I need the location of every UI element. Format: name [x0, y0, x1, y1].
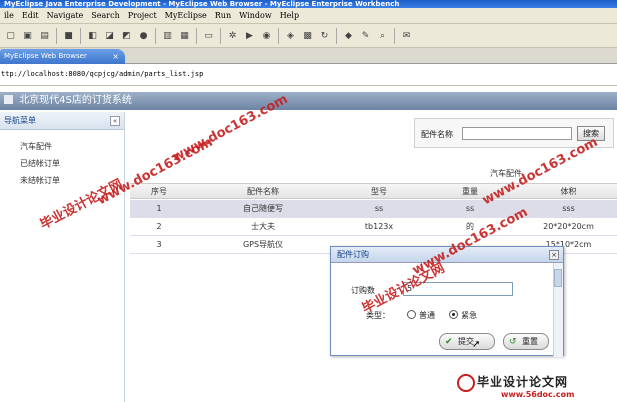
main-toolbar: ▢ ▣ ▤ ■ ◧ ◪ ◩ ● ▥ ▦ ▭ ✲ ▶ ◉ ◈ ▩ ↻ ◆ ✎ ⌕ …	[0, 24, 617, 48]
column-header[interactable]: 体积	[520, 184, 617, 200]
table-cell: 自己随便写	[243, 204, 283, 213]
tab-web-browser[interactable]: MyEclipse Web Browser ×	[0, 49, 125, 64]
menu-project[interactable]: Project	[124, 11, 161, 20]
toolbar-separator	[80, 27, 81, 44]
menu-edit[interactable]: Edit	[18, 11, 43, 20]
close-icon[interactable]: ×	[112, 49, 119, 64]
monitor-icon[interactable]: ▭	[201, 28, 216, 43]
deploy-icon[interactable]: ◧	[85, 28, 100, 43]
package-icon[interactable]: ◪	[102, 28, 117, 43]
menu-file[interactable]: ile	[0, 11, 18, 20]
menu-window[interactable]: Window	[235, 11, 276, 20]
sidebar-item-parts[interactable]: 汽车配件	[0, 138, 124, 155]
save-icon[interactable]: ▣	[20, 28, 35, 43]
window-title: MyEclipse Java Enterprise Development - …	[4, 0, 400, 8]
toolbar-separator	[394, 27, 395, 44]
folder-icon[interactable]: ▥	[160, 28, 175, 43]
debug-icon[interactable]: ✲	[225, 28, 240, 43]
refresh-icon[interactable]: ↻	[317, 28, 332, 43]
submit-button[interactable]: ✔ 提交	[439, 333, 495, 350]
app-header: 北京现代4S店的订货系统	[0, 92, 617, 110]
new-class-icon[interactable]: ◈	[283, 28, 298, 43]
toolbar-separator	[155, 27, 156, 44]
table-cell: 3	[156, 240, 162, 249]
dialog-title: 配件订购	[337, 250, 369, 259]
reset-button[interactable]: ↺ 重置	[503, 333, 549, 350]
sidebar: 导航菜单 « 汽车配件 已结帐订单 未结帐订单	[0, 112, 125, 402]
globe-icon[interactable]: ●	[136, 28, 151, 43]
external-tools-icon[interactable]: ◉	[259, 28, 274, 43]
bean-icon[interactable]: ◩	[119, 28, 134, 43]
menu-navigate[interactable]: Navigate	[43, 11, 88, 20]
sidebar-header: 导航菜单 «	[0, 112, 124, 130]
sidebar-title: 导航菜单	[4, 116, 36, 125]
collapse-sidebar-button[interactable]: «	[110, 116, 120, 126]
badge-brand: 毕业设计论文网	[477, 375, 569, 389]
table-cell: tb123x	[364, 222, 394, 231]
radio-normal-label: 普通	[419, 311, 435, 320]
toolbar-separator	[336, 27, 337, 44]
checkmark-icon: ✔	[445, 337, 453, 347]
new-file-icon[interactable]: ▢	[3, 28, 18, 43]
close-icon[interactable]: ×	[549, 250, 559, 260]
toolbar-separator	[196, 27, 197, 44]
toolbar-separator	[220, 27, 221, 44]
menu-bar: ile Edit Navigate Search Project MyEclip…	[0, 8, 617, 24]
editor-tab-bar: MyEclipse Web Browser ×	[0, 48, 617, 64]
home-icon	[4, 95, 13, 104]
table-row[interactable]: 1 自己随便写 ss ss sss	[130, 200, 617, 218]
search-input[interactable]	[462, 127, 572, 140]
table-cell: GPS导航仪	[242, 240, 284, 249]
badge-url: www.56doc.com	[501, 390, 575, 399]
mouse-cursor-icon: ➚	[472, 339, 481, 350]
address-url[interactable]: ttp://localhost:8080/qcpjcg/admin/parts_…	[1, 70, 203, 78]
table-cell: ss	[374, 204, 384, 213]
table-cell: 1	[156, 204, 162, 213]
search-icon[interactable]: ⌕	[375, 28, 390, 43]
table-cell: 2	[156, 222, 162, 231]
edit-icon[interactable]: ✎	[358, 28, 373, 43]
table-cell: 20*20*20cm	[543, 222, 594, 231]
window-title-bar: MyEclipse Java Enterprise Development - …	[0, 0, 617, 8]
table-cell: 士大夫	[251, 222, 275, 231]
table-header: 序号 配件名称 型号 重量 体积	[130, 183, 617, 199]
reset-icon: ↺	[509, 337, 517, 347]
table-row[interactable]: 2 士大夫 tb123x 的 20*20*20cm	[130, 218, 617, 236]
annotation-icon[interactable]: ✉	[399, 28, 414, 43]
search-label: 配件名称	[421, 130, 453, 139]
watermark-badge: 毕业设计论文网 www.56doc.com	[451, 368, 617, 402]
address-bar[interactable]: ttp://localhost:8080/qcpjcg/admin/parts_…	[0, 64, 617, 86]
toolbar-separator	[56, 27, 57, 44]
open-type-icon[interactable]: ▦	[177, 28, 192, 43]
app-title: 北京现代4S店的订货系统	[19, 95, 132, 106]
server-icon[interactable]: ■	[61, 28, 76, 43]
menu-search[interactable]: Search	[87, 11, 123, 20]
table-cell: sss	[562, 204, 575, 213]
reset-label: 重置	[522, 337, 538, 346]
menu-help[interactable]: Help	[276, 11, 303, 20]
menu-run[interactable]: Run	[211, 11, 235, 20]
toolbar-separator	[278, 27, 279, 44]
radio-urgent-label: 紧急	[461, 311, 477, 320]
sidebar-item-settled-orders[interactable]: 已结帐订单	[0, 155, 124, 172]
new-package-icon[interactable]: ▩	[300, 28, 315, 43]
column-header[interactable]: 型号	[338, 184, 420, 200]
menu-myeclipse[interactable]: MyEclipse	[161, 11, 211, 20]
open-task-icon[interactable]: ◆	[341, 28, 356, 43]
column-header[interactable]: 配件名称	[188, 184, 338, 200]
radio-normal[interactable]	[407, 310, 416, 319]
watermark-logo-icon	[457, 374, 475, 392]
print-icon[interactable]: ▤	[37, 28, 52, 43]
dialog-scroll-thumb[interactable]	[554, 269, 562, 287]
radio-urgent[interactable]	[449, 310, 458, 319]
run-icon[interactable]: ▶	[242, 28, 257, 43]
tab-label: MyEclipse Web Browser	[4, 52, 87, 60]
